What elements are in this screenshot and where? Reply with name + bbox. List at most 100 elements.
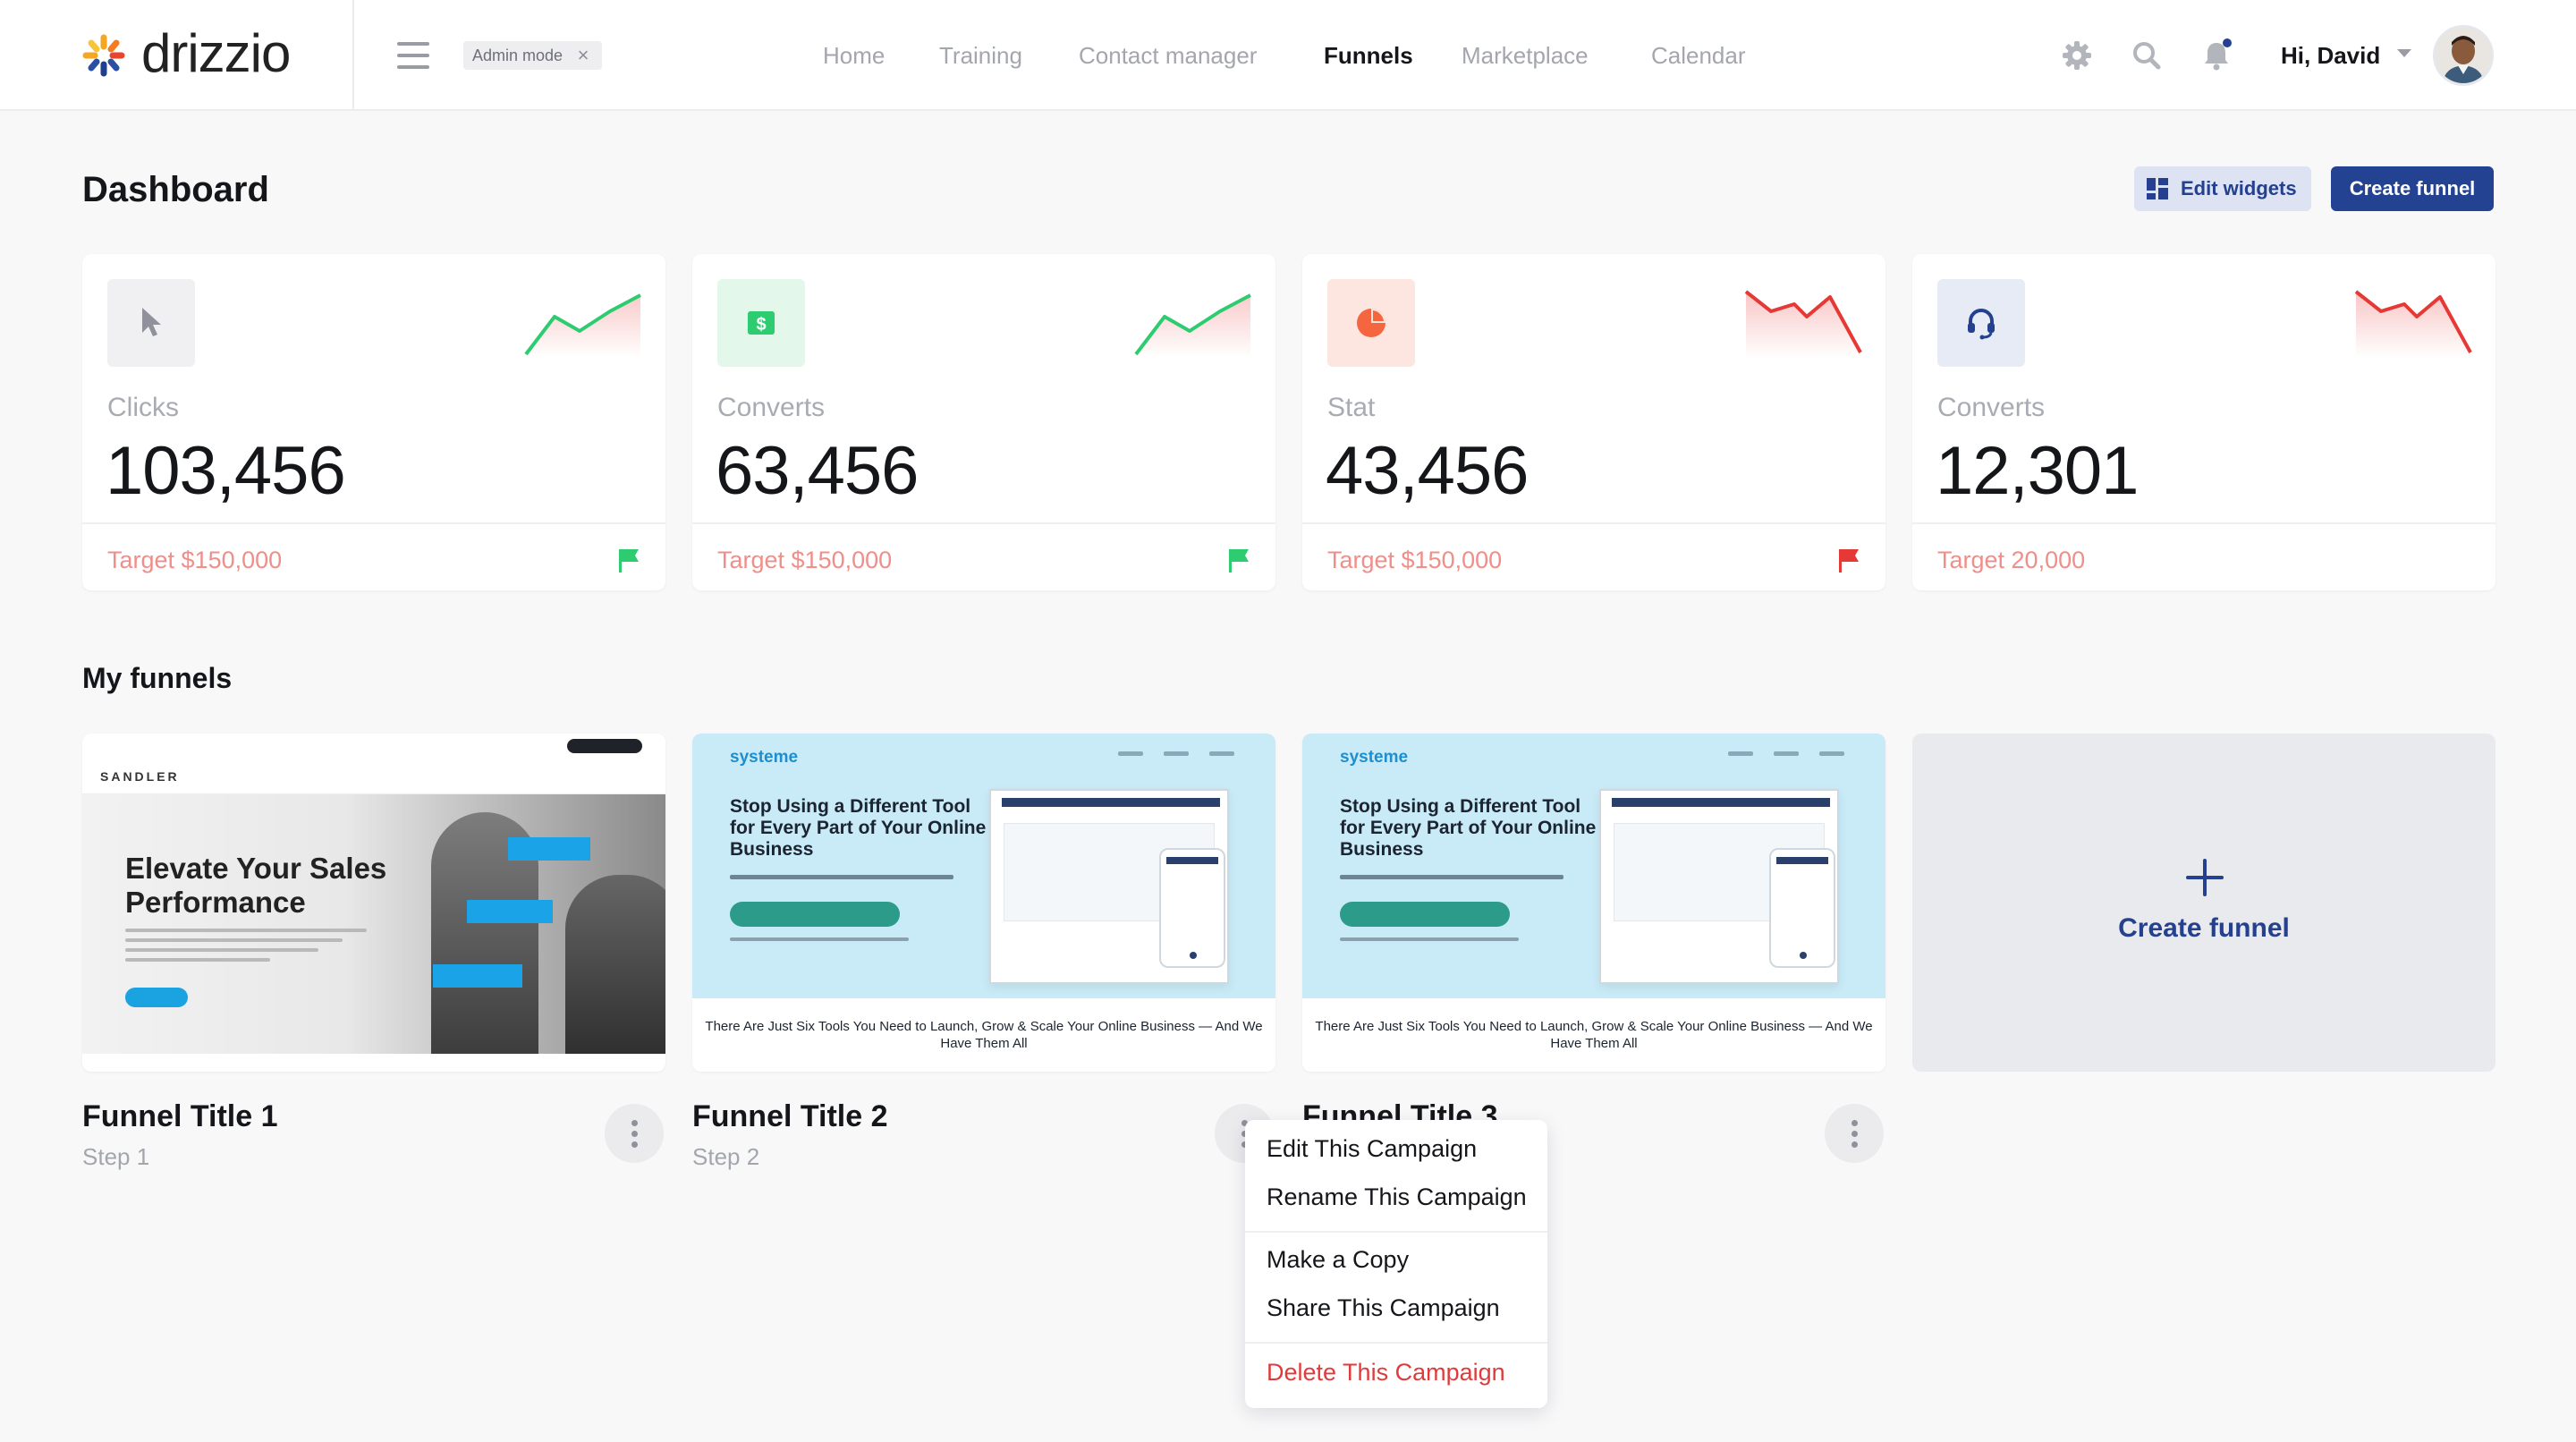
menu-item-rename[interactable]: Rename This Campaign	[1267, 1181, 1527, 1213]
funnel-thumbnail: systeme Stop Using a Different Tool for …	[692, 734, 1275, 998]
gear-icon[interactable]	[2059, 38, 2095, 73]
funnel-card-1[interactable]: SANDLER Elevate Your Sales Performance	[82, 734, 665, 1072]
stat-card-converts: $ Converts 63,456 Target $150,000	[692, 254, 1275, 590]
avatar[interactable]	[2433, 25, 2494, 86]
dollar-icon: $	[748, 311, 775, 335]
funnel-thumbnail: systeme Stop Using a Different Tool for …	[1302, 734, 1885, 998]
thumb-nav	[1118, 751, 1234, 757]
stat-card-clicks: Clicks 103,456 Target $150,000	[82, 254, 665, 590]
main-nav: Home Training Contact manager Funnels Ma…	[0, 0, 2576, 111]
stat-icon-box: $	[717, 279, 805, 367]
chevron-down-icon[interactable]	[2397, 49, 2411, 57]
funnel-step: Step 1	[82, 1143, 150, 1170]
stat-target: Target $150,000	[1327, 547, 1503, 573]
stat-label: Converts	[1937, 393, 2046, 422]
stat-icon-box	[107, 279, 195, 367]
thumb-headline: Stop Using a Different Tool for Every Pa…	[730, 796, 987, 860]
create-funnel-label: Create funnel	[2118, 913, 2290, 943]
trend-up-sparkline	[524, 293, 641, 358]
logo-text[interactable]: drizzio	[141, 20, 291, 88]
nav-marketplace[interactable]: Marketplace	[1462, 39, 1589, 72]
thumb-caption: There Are Just Six Tools You Need to Lau…	[1302, 998, 1885, 1072]
funnel-title[interactable]: Funnel Title 1	[82, 1097, 278, 1136]
thumb-text-line	[1340, 937, 1519, 941]
stat-label: Converts	[717, 393, 826, 422]
nav-training[interactable]: Training	[939, 39, 1022, 72]
thumb-text-line	[730, 937, 909, 941]
nav-calendar[interactable]: Calendar	[1651, 39, 1746, 72]
edit-widgets-button[interactable]: Edit widgets	[2134, 166, 2311, 211]
thumb-nav	[1728, 751, 1844, 757]
thumb-text-lines	[125, 929, 367, 968]
stat-target: Target $150,000	[717, 547, 893, 573]
close-icon[interactable]: ×	[572, 41, 595, 70]
campaign-context-menu: Edit This Campaign Rename This Campaign …	[1245, 1120, 1547, 1408]
trend-up-sparkline	[1134, 293, 1251, 358]
plus-icon	[2186, 859, 2224, 896]
section-title: My funnels	[82, 662, 233, 694]
more-options-icon[interactable]	[1825, 1104, 1884, 1163]
menu-item-copy[interactable]: Make a Copy	[1267, 1243, 1409, 1276]
drizzio-logo-icon	[82, 34, 125, 77]
menu-item-delete[interactable]: Delete This Campaign	[1267, 1356, 1505, 1388]
stat-footer: Target $150,000	[82, 522, 665, 590]
menu-toggle-icon[interactable]	[397, 42, 429, 69]
menu-divider	[1245, 1342, 1547, 1344]
create-funnel-button[interactable]: Create funnel	[2331, 166, 2494, 211]
menu-item-share[interactable]: Share This Campaign	[1267, 1292, 1500, 1324]
thumb-caption: There Are Just Six Tools You Need to Lau…	[692, 998, 1275, 1072]
thumb-button	[730, 902, 900, 927]
stat-icon-box	[1327, 279, 1415, 367]
thumb-headline: Elevate Your Sales Performance	[125, 852, 387, 919]
thumb-text-line	[730, 875, 953, 879]
stat-card-stat: Stat 43,456 Target $150,000	[1302, 254, 1885, 590]
pie-chart-icon	[1357, 309, 1385, 337]
nav-funnels[interactable]: Funnels	[1324, 39, 1413, 72]
thumb-headline: Stop Using a Different Tool for Every Pa…	[1340, 796, 1597, 860]
top-bar: drizzio Admin mode × Home Training Conta…	[0, 0, 2576, 111]
funnel-card-3[interactable]: systeme Stop Using a Different Tool for …	[1302, 734, 1885, 1072]
funnel-thumbnail: Elevate Your Sales Performance	[82, 794, 665, 1054]
more-options-icon[interactable]	[605, 1104, 664, 1163]
thumb-accent	[433, 964, 522, 988]
stat-footer: Target $150,000	[1302, 522, 1885, 590]
cursor-icon	[142, 308, 161, 336]
nav-home[interactable]: Home	[823, 39, 885, 72]
stat-value: 103,456	[106, 433, 346, 509]
stat-footer: Target 20,000	[1912, 522, 2496, 590]
menu-item-edit[interactable]: Edit This Campaign	[1267, 1132, 1477, 1165]
funnel-step: Step 2	[692, 1143, 760, 1170]
thumb-phone	[1769, 848, 1835, 968]
stat-value: 63,456	[716, 433, 919, 509]
user-greeting[interactable]: Hi, David	[2281, 39, 2380, 72]
funnel-title[interactable]: Funnel Title 2	[692, 1097, 888, 1136]
thumb-phone	[1159, 848, 1225, 968]
thumb-accent	[508, 837, 590, 861]
bell-icon[interactable]	[2199, 38, 2234, 73]
search-icon[interactable]	[2129, 38, 2165, 73]
nav-contact-manager[interactable]: Contact manager	[1079, 39, 1257, 72]
admin-mode-label: Admin mode	[472, 47, 564, 64]
admin-mode-chip: Admin mode ×	[463, 41, 603, 70]
user-photo-icon	[2436, 28, 2491, 83]
thumb-logo: systeme	[1340, 748, 1409, 767]
create-funnel-card[interactable]: Create funnel	[1912, 734, 2496, 1072]
page-title: Dashboard	[82, 170, 269, 209]
thumb-accent	[467, 900, 553, 923]
widgets-grid-icon	[2147, 178, 2168, 199]
thumb-topbar	[82, 734, 665, 759]
stat-icon-box	[1937, 279, 2025, 367]
stat-target: Target 20,000	[1937, 547, 2086, 573]
headset-icon	[1968, 309, 1995, 340]
thumb-nav: SANDLER	[82, 759, 665, 794]
trend-down-sparkline	[2354, 290, 2472, 358]
green-flag-icon	[1229, 549, 1249, 573]
svg-text:$: $	[756, 315, 766, 335]
green-flag-icon	[619, 549, 639, 573]
thumb-logo: SANDLER	[100, 769, 180, 784]
stat-card-converts-2: Converts 12,301 Target 20,000	[1912, 254, 2496, 590]
stat-value: 12,301	[1936, 433, 2139, 509]
stat-label: Stat	[1327, 393, 1376, 422]
funnel-card-2[interactable]: systeme Stop Using a Different Tool for …	[692, 734, 1275, 1072]
edit-widgets-label: Edit widgets	[2181, 177, 2297, 199]
